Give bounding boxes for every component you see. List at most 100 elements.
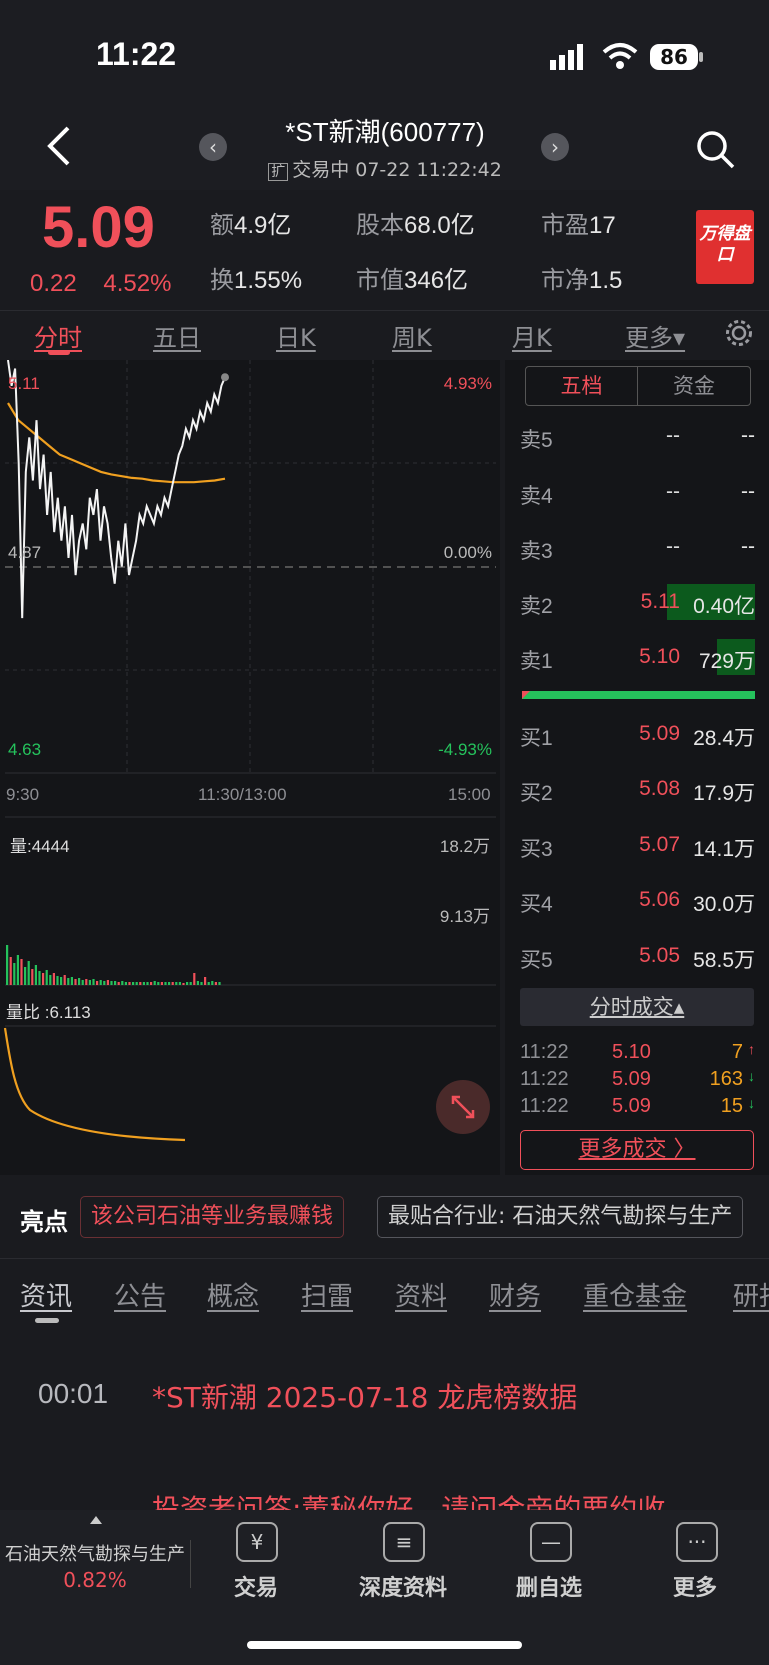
industry-name[interactable]: 石油天然气勘探与生产 [0,1540,190,1566]
deep-data-button[interactable]: 深度资料 [343,1570,463,1602]
remove-watchlist-icon: — [530,1522,572,1562]
volume-bar [128,982,131,985]
bid-row-2: 买2 5.08 17.9万 [520,777,755,805]
signal-icon [550,44,583,70]
highlight-chip-industry[interactable]: 最贴合行业: 石油天然气勘探与生产 [377,1196,744,1238]
intraday-chart[interactable] [0,360,500,1175]
volume-bar [175,982,178,985]
volume-bar [96,981,99,985]
volume-bar [196,981,199,985]
highlight-chip-business[interactable]: 该公司石油等业务最赚钱 [80,1196,345,1238]
volume-bar [31,969,34,985]
volume-ratio-label: 量比 :6.113 [6,1003,91,1022]
tab-concepts[interactable]: 概念 [207,1276,259,1313]
tab-more[interactable]: 更多▾ [625,318,685,353]
ask-row-4: 卖4 -- -- [520,480,755,508]
tab-profile[interactable]: 资料 [395,1276,447,1313]
tab-daily-k[interactable]: 日K [276,318,316,353]
wifi-icon [602,43,638,69]
segment-capital[interactable]: 资金 [638,367,750,405]
tab-intraday[interactable]: 分时 [34,318,82,353]
average-price-line [7,402,226,484]
wande-panel-button[interactable]: 万得盘口 [696,210,754,284]
more-button[interactable]: 更多 [645,1570,745,1602]
tab-five-day[interactable]: 五日 [153,318,201,353]
expand-icon [451,1095,475,1119]
volume-bar [182,983,185,985]
back-icon[interactable] [44,124,74,168]
orderbook-segment: 五档 资金 [525,366,751,406]
volume-bar [218,982,221,985]
volume-bar [38,971,41,985]
volume-bar [135,982,138,985]
tab-fund-holdings[interactable]: 重仓基金 [583,1276,687,1313]
status-time: 11:22 [96,36,177,72]
trade-button[interactable]: 交易 [206,1570,306,1602]
volume-bar [81,980,84,985]
volume-bar [70,977,73,985]
stat-market-cap: 市值346亿 [356,267,469,294]
volume-bar [13,963,16,985]
current-price: 5.09 [42,195,155,260]
bid-ratio-marker [522,691,530,699]
industry-pct: 0.82% [63,1568,127,1592]
settings-gear-icon[interactable] [724,318,754,348]
volume-bar [85,979,88,985]
volume-bar [189,982,192,985]
bid-ask-ratio-bar [522,691,755,699]
volume-bar [103,981,106,985]
remove-watchlist-button[interactable]: 删自选 [499,1570,599,1602]
volume-bar [153,981,156,985]
tab-news[interactable]: 资讯 [20,1276,72,1313]
volume-bar [99,980,102,985]
volume-bar [207,982,210,985]
price-line [7,360,226,619]
last-price-dot [221,373,229,382]
battery-indicator: 86 [650,44,698,70]
trade-row: 11:22 5.09 163 ↓ [520,1068,755,1090]
volume-bar [49,975,52,985]
volume-bar [132,982,135,985]
volume-bar [211,981,214,985]
x-label-open: 9:30 [6,785,40,804]
intraday-trades-header[interactable]: 分时成交▴ [520,988,754,1026]
volume-bar [160,982,163,985]
volume-bar [157,982,160,985]
tab-financials[interactable]: 财务 [489,1276,541,1313]
volume-bar [20,959,23,985]
volume-bar [124,982,127,985]
volume-bar [139,982,142,985]
fullscreen-button[interactable] [436,1080,490,1134]
trade-row: 11:22 5.09 15 ↓ [520,1095,755,1117]
tab-risk-scan[interactable]: 扫雷 [301,1276,353,1313]
volume-bar [27,961,30,985]
volume-bar [193,973,196,985]
volume-bar [117,982,120,985]
volume-bar [114,981,117,985]
tab-announcements[interactable]: 公告 [114,1276,166,1313]
volume-ratio-line [3,1027,186,1142]
active-tab-indicator [48,350,70,355]
tab-monthly-k[interactable]: 月K [512,318,552,353]
y-top-label: 5.11 [8,374,40,393]
tab-weekly-k[interactable]: 周K [392,318,432,353]
volume-bar [204,977,207,985]
volume-bar [92,979,95,985]
volume-bar [42,973,45,985]
segment-five-levels[interactable]: 五档 [526,367,638,405]
more-trades-button[interactable]: 更多成交 〉 [520,1130,754,1170]
volume-label: 量:4444 [10,837,70,856]
search-icon[interactable] [696,130,736,170]
ask-row-5: 卖5 -- -- [520,424,755,452]
trade-row: 11:22 5.10 7 ↑ [520,1041,755,1063]
highlights-label: 亮点 [20,1208,68,1236]
news-time: 00:01 [38,1378,109,1409]
volume-bar [34,965,37,985]
news-title[interactable]: *ST新潮 2025-07-18 龙虎榜数据 [152,1376,577,1416]
tab-research[interactable]: 研报 [733,1276,769,1313]
stat-pe: 市盈17 [541,212,616,239]
bid-row-4: 买4 5.06 30.0万 [520,888,755,916]
x-label-mid: 11:30/13:00 [198,785,287,804]
volume-bar [200,982,203,985]
volume-bar [168,982,171,985]
